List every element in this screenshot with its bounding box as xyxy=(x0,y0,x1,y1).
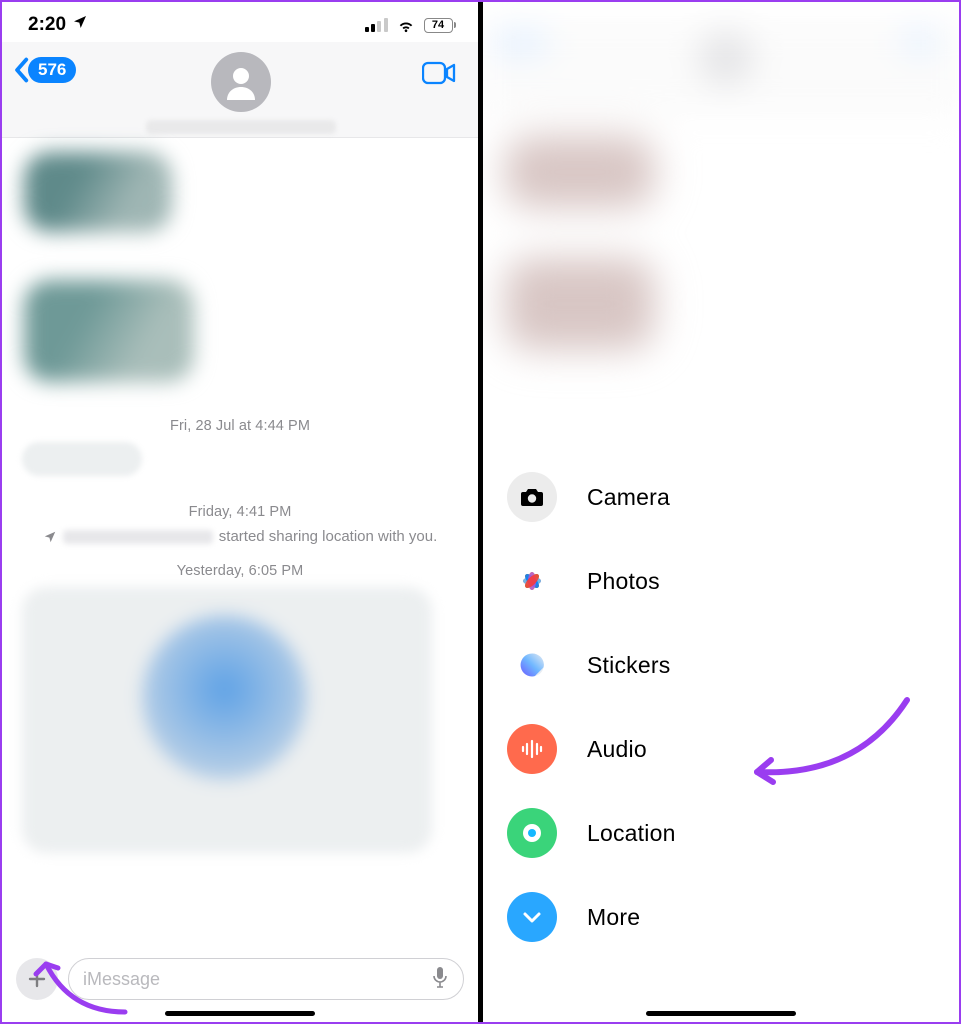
location-services-icon xyxy=(72,14,88,35)
stickers-icon xyxy=(507,640,557,690)
menu-item-stickers[interactable]: Stickers xyxy=(507,640,676,690)
menu-item-camera[interactable]: Camera xyxy=(507,472,676,522)
message-text-field[interactable]: iMessage xyxy=(68,958,464,1000)
timestamp: Fri, 28 Jul at 4:44 PM xyxy=(18,418,462,434)
timestamp: Yesterday, 6:05 PM xyxy=(18,563,462,579)
camera-icon xyxy=(507,472,557,522)
menu-item-label: More xyxy=(587,904,640,931)
photos-icon xyxy=(507,556,557,606)
system-message: started sharing location with you. xyxy=(18,528,462,545)
chevron-down-icon xyxy=(507,892,557,942)
message-composer: iMessage xyxy=(2,958,478,1000)
menu-item-audio[interactable]: Audio xyxy=(507,724,676,774)
status-time: 2:20 xyxy=(28,14,66,36)
message-card-redacted xyxy=(22,587,432,853)
message-bubble-redacted xyxy=(22,442,142,476)
menu-item-more[interactable]: More xyxy=(507,892,676,942)
menu-item-label: Camera xyxy=(587,484,670,511)
message-placeholder: iMessage xyxy=(83,969,160,990)
attachments-plus-button[interactable] xyxy=(16,958,58,1000)
menu-item-photos[interactable]: Photos xyxy=(507,556,676,606)
contact-header[interactable] xyxy=(146,52,336,134)
unread-count-badge: 576 xyxy=(28,57,76,83)
message-bubble-redacted xyxy=(24,152,172,232)
nav-bar: 576 xyxy=(2,42,478,138)
back-button[interactable]: 576 xyxy=(12,57,76,83)
dictation-icon[interactable] xyxy=(431,966,449,993)
location-icon xyxy=(507,808,557,858)
battery-indicator: 74 xyxy=(424,18,457,33)
home-indicator[interactable] xyxy=(646,1011,796,1016)
home-indicator[interactable] xyxy=(165,1011,315,1016)
message-bubble-redacted xyxy=(24,280,194,382)
screenshot-attachment-menu: Camera xyxy=(483,2,959,1022)
facetime-button[interactable] xyxy=(422,60,456,91)
wifi-icon xyxy=(396,15,416,35)
menu-item-location[interactable]: Location xyxy=(507,808,676,858)
redacted-name xyxy=(63,530,213,544)
cellular-signal-icon xyxy=(365,18,388,32)
menu-item-label: Location xyxy=(587,820,676,847)
annotation-arrow xyxy=(737,692,917,802)
conversation-scroll[interactable]: Fri, 28 Jul at 4:44 PM Friday, 4:41 PM s… xyxy=(2,138,478,853)
menu-item-label: Photos xyxy=(587,568,660,595)
audio-icon xyxy=(507,724,557,774)
timestamp: Friday, 4:41 PM xyxy=(18,504,462,520)
screenshot-conversation: 2:20 74 576 xyxy=(2,2,478,1022)
status-bar: 2:20 74 xyxy=(2,2,478,42)
menu-item-label: Stickers xyxy=(587,652,670,679)
contact-avatar[interactable] xyxy=(211,52,271,112)
menu-item-label: Audio xyxy=(587,736,647,763)
contact-name-redacted xyxy=(146,120,336,134)
attachment-menu: Camera xyxy=(507,472,676,942)
